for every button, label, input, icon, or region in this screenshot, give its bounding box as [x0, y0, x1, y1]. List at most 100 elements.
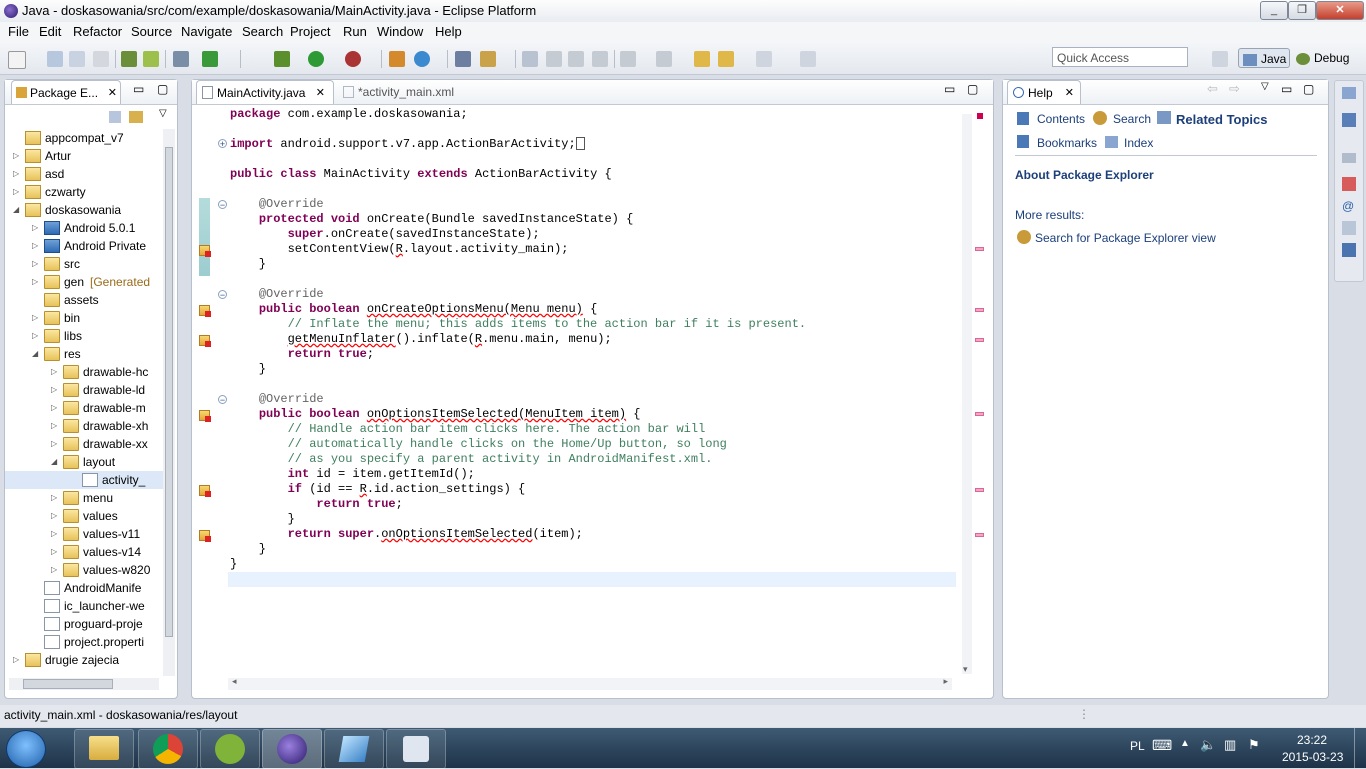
tree-item[interactable]: ▷ drawable-xx — [5, 435, 163, 453]
debug-icon[interactable] — [274, 51, 290, 67]
tree-item[interactable]: AndroidManife — [5, 579, 163, 597]
code-line[interactable]: } — [230, 512, 295, 527]
network-icon[interactable]: ▥ — [1224, 737, 1236, 753]
code-line[interactable]: } — [230, 557, 237, 572]
minimize-help-icon[interactable]: ▭ — [1281, 82, 1292, 96]
highlight-icon[interactable] — [546, 51, 562, 67]
tree-item[interactable]: ▷ Android 5.0.1 — [5, 219, 163, 237]
annotation-icon[interactable] — [522, 51, 538, 67]
show-desktop-button[interactable] — [1354, 728, 1366, 768]
external-tools-icon[interactable] — [345, 51, 361, 67]
tab-mainactivity[interactable]: MainActivity.java ✕ — [196, 80, 334, 104]
code-line[interactable]: // automatically handle clicks on the Ho… — [230, 437, 727, 452]
back-arrow-icon[interactable]: ⇦ — [1207, 81, 1218, 97]
volume-icon[interactable]: 🔈 — [1200, 737, 1216, 753]
close-editor-tab-icon[interactable]: ✕ — [316, 81, 325, 105]
tree-item[interactable]: ▷ values-w820 — [5, 561, 163, 579]
menu-edit[interactable]: Edit — [39, 24, 61, 39]
menu-file[interactable]: File — [8, 24, 29, 39]
taskbar-explorer[interactable] — [74, 729, 134, 769]
expand-twisty-icon[interactable] — [32, 620, 40, 628]
expand-twisty-icon[interactable] — [32, 296, 40, 304]
expand-twisty-icon[interactable]: ▷ — [51, 386, 59, 394]
android-sdk-icon[interactable] — [121, 51, 137, 67]
tree-item[interactable]: ▷ czwarty — [5, 183, 163, 201]
tree-item[interactable]: assets — [5, 291, 163, 309]
expand-twisty-icon[interactable]: ▷ — [32, 260, 40, 268]
tab-package-explorer[interactable]: Package E... ✕ — [11, 80, 121, 104]
code-line[interactable]: return true; — [230, 497, 402, 512]
skip-breakpoints-icon[interactable] — [173, 51, 189, 67]
tree-item[interactable]: ▷ gen [Generated — [5, 273, 163, 291]
minimize-editor-icon[interactable]: ▭ — [944, 82, 955, 96]
code-line[interactable]: return true; — [230, 347, 374, 362]
start-button[interactable] — [6, 730, 46, 768]
expand-twisty-icon[interactable] — [32, 602, 40, 610]
tree-item[interactable]: ic_launcher-we — [5, 597, 163, 615]
menu-source[interactable]: Source — [131, 24, 172, 39]
tree-item[interactable]: ▷ libs — [5, 327, 163, 345]
overview-ruler-mark[interactable] — [975, 412, 984, 416]
back-icon[interactable] — [718, 51, 734, 67]
code-line[interactable]: } — [230, 542, 266, 557]
task-icon[interactable] — [202, 51, 218, 67]
open-type-icon[interactable] — [455, 51, 471, 67]
code-line[interactable]: public boolean onOptionsItemSelected(Men… — [230, 407, 641, 422]
expand-twisty-icon[interactable]: ▷ — [51, 422, 59, 430]
expand-twisty-icon[interactable]: ◢ — [51, 458, 59, 466]
view-menu-icon[interactable]: ▽ — [159, 108, 167, 119]
code-line[interactable]: package com.example.doskasowania; — [230, 107, 468, 122]
javadoc-icon[interactable]: @ — [1342, 199, 1354, 213]
save-icon[interactable] — [47, 51, 63, 67]
expand-twisty-icon[interactable]: ▷ — [51, 440, 59, 448]
expand-twisty-icon[interactable]: ▷ — [51, 494, 59, 502]
tree-item[interactable]: ▷ values-v11 — [5, 525, 163, 543]
expand-twisty-icon[interactable]: ▷ — [13, 656, 21, 664]
outline-icon[interactable] — [1342, 113, 1356, 127]
code-line[interactable]: int id = item.getItemId(); — [230, 467, 475, 482]
tree-item[interactable]: ◢ layout — [5, 453, 163, 471]
overview-ruler-mark[interactable] — [975, 308, 984, 312]
tree-hscroll-thumb[interactable] — [23, 679, 113, 689]
expand-twisty-icon[interactable]: ▷ — [13, 170, 21, 178]
tree-item[interactable]: activity_ — [5, 471, 163, 489]
expand-twisty-icon[interactable] — [13, 134, 21, 142]
minimize-button[interactable]: _ — [1260, 1, 1288, 20]
avd-manager-icon[interactable] — [143, 51, 159, 67]
code-line[interactable]: super.onCreate(savedInstanceState); — [230, 227, 540, 242]
error-marker-icon[interactable] — [199, 305, 211, 317]
perspective-java[interactable]: Java — [1238, 48, 1290, 68]
menu-search[interactable]: Search — [242, 24, 283, 39]
menu-refactor[interactable]: Refactor — [73, 24, 122, 39]
save-all-icon[interactable] — [69, 51, 85, 67]
menu-window[interactable]: Window — [377, 24, 423, 39]
fold-toggle-icon[interactable]: − — [218, 290, 227, 300]
help-heading[interactable]: About Package Explorer — [1015, 168, 1154, 182]
taskbar-chrome[interactable] — [138, 729, 198, 769]
taskbar-android-studio[interactable] — [200, 729, 260, 769]
error-marker-icon[interactable] — [199, 335, 211, 347]
prev-annotation-icon[interactable] — [656, 51, 672, 67]
help-bookmarks-link[interactable]: Bookmarks — [1037, 136, 1097, 150]
error-marker-icon[interactable] — [199, 410, 211, 422]
tree-item[interactable]: ▷ drawable-hc — [5, 363, 163, 381]
expand-twisty-icon[interactable]: ▷ — [32, 278, 40, 286]
tab-help[interactable]: Help ✕ — [1007, 80, 1081, 104]
tree-item[interactable]: ◢ res — [5, 345, 163, 363]
overview-ruler-mark[interactable] — [975, 338, 984, 342]
expand-twisty-icon[interactable]: ◢ — [13, 206, 21, 214]
taskbar-paint[interactable] — [324, 729, 384, 769]
code-line[interactable]: @Override — [230, 287, 324, 302]
expand-twisty-icon[interactable] — [32, 638, 40, 646]
tree-item[interactable]: ▷ Artur — [5, 147, 163, 165]
perspective-debug[interactable]: Debug — [1296, 48, 1349, 68]
menu-help[interactable]: Help — [435, 24, 462, 39]
tree-vertical-scrollbar[interactable] — [163, 129, 175, 676]
expand-twisty-icon[interactable]: ◢ — [32, 350, 40, 358]
new-java-project-icon[interactable] — [389, 51, 405, 67]
help-index-link[interactable]: Index — [1124, 136, 1153, 150]
expand-twisty-icon[interactable]: ▷ — [51, 566, 59, 574]
show-whitespace-icon[interactable] — [592, 51, 608, 67]
search-icon[interactable] — [480, 51, 496, 67]
help-view-menu-icon[interactable]: ▽ — [1261, 81, 1269, 92]
